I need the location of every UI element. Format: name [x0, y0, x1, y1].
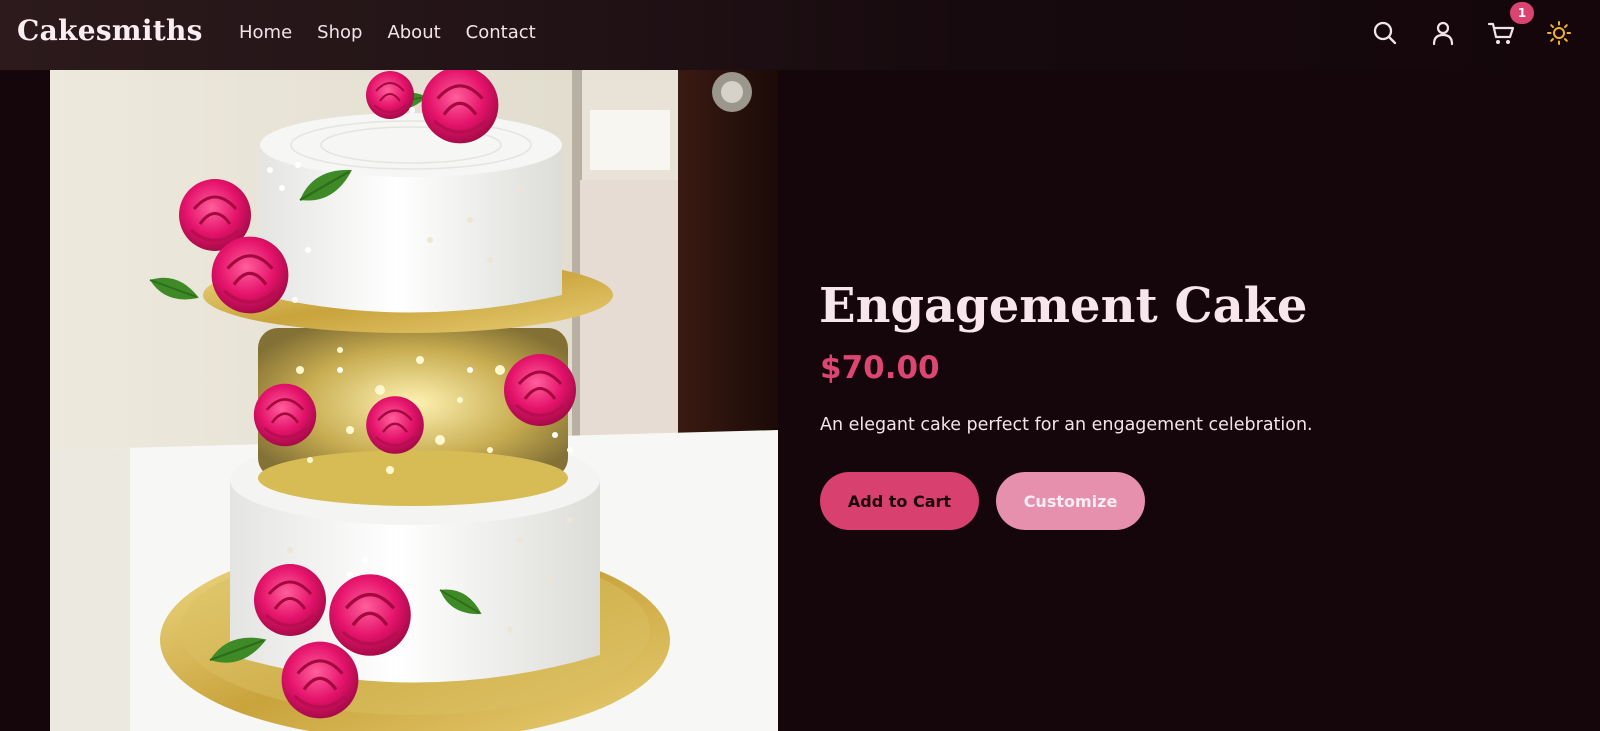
main-nav: Home Shop About Contact	[239, 22, 561, 43]
search-icon	[1373, 21, 1397, 45]
site-logo[interactable]: Cakesmiths	[17, 14, 203, 47]
cart-count-badge: 1	[1510, 2, 1534, 24]
product-page: Cakesmiths Home Shop About Contact 1 Eng…	[0, 0, 1600, 731]
product-title: Engagement Cake	[819, 278, 1308, 334]
theme-toggle-button[interactable]	[1545, 19, 1573, 47]
add-to-cart-button[interactable]: Add to Cart	[820, 472, 979, 530]
site-header: Cakesmiths Home Shop About Contact 1	[0, 0, 1600, 70]
nav-link-about[interactable]: About	[387, 22, 440, 43]
product-price: $70.00	[820, 350, 940, 386]
product-description: An elegant cake perfect for an engagemen…	[820, 415, 1313, 435]
cart-button[interactable]	[1487, 19, 1515, 47]
account-button[interactable]	[1429, 19, 1457, 47]
customize-button[interactable]: Customize	[996, 472, 1145, 530]
nav-link-home[interactable]: Home	[239, 22, 292, 43]
cart-icon	[1487, 22, 1515, 44]
product-image	[50, 70, 778, 731]
user-icon	[1432, 21, 1454, 46]
nav-link-contact[interactable]: Contact	[466, 22, 536, 43]
search-button[interactable]	[1371, 19, 1399, 47]
nav-link-shop[interactable]: Shop	[317, 22, 362, 43]
sun-icon	[1547, 21, 1571, 45]
